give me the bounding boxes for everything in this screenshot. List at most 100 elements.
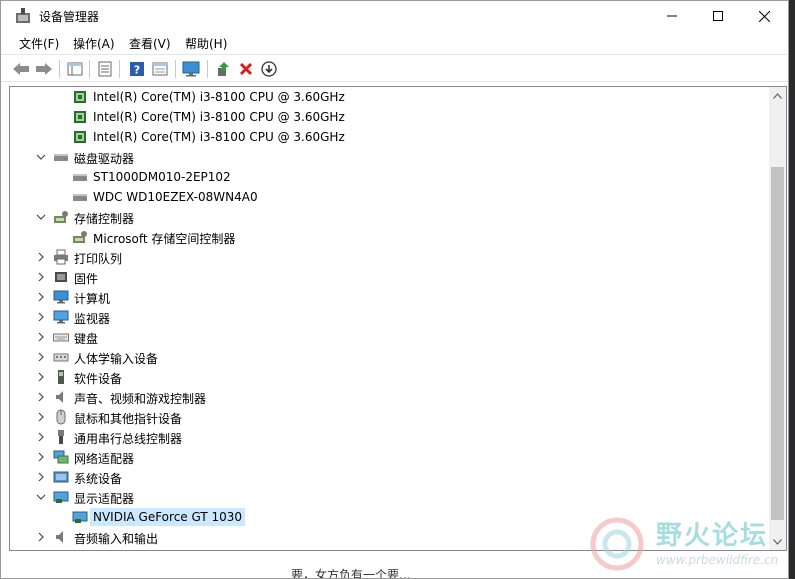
chevron-right-icon — [38, 452, 44, 462]
device-item[interactable]: Intel(R) Core(TM) i3-8100 CPU @ 3.60GHz — [10, 107, 770, 127]
back-button[interactable] — [11, 59, 31, 79]
device-item[interactable]: Intel(R) Core(TM) i3-8100 CPU @ 3.60GHz — [10, 87, 770, 107]
properties-icon — [98, 61, 112, 77]
device-item[interactable]: WDC WD10EZEX-08WN4A0 — [10, 187, 770, 207]
expand-toggle[interactable] — [34, 290, 48, 304]
tree-item-label: Intel(R) Core(TM) i3-8100 CPU @ 3.60GHz — [93, 90, 345, 104]
svg-text:?: ? — [134, 64, 140, 77]
chevron-right-icon — [38, 332, 44, 342]
cpu-icon — [72, 109, 88, 125]
scroll-thumb[interactable] — [771, 167, 784, 520]
help-button[interactable]: ? — [127, 59, 147, 79]
minimize-button[interactable] — [649, 1, 695, 31]
expand-toggle[interactable] — [34, 390, 48, 404]
update-driver-icon — [218, 62, 229, 76]
expand-toggle[interactable] — [34, 270, 48, 284]
view-button[interactable] — [150, 59, 170, 79]
menu-view[interactable]: 查看(V) — [129, 35, 171, 52]
watermark-url: www.prbewildfire.cn — [656, 553, 779, 567]
keyboard-icon — [53, 329, 69, 345]
expand-toggle[interactable] — [34, 250, 48, 264]
device-item[interactable]: Intel(R) Core(TM) i3-8100 CPU @ 3.60GHz — [10, 127, 770, 147]
chevron-down-icon — [36, 494, 46, 500]
menu-action[interactable]: 操作(A) — [73, 35, 115, 52]
device-category[interactable]: 固件 — [10, 267, 770, 287]
tree-item-label: 人体学输入设备 — [74, 352, 159, 366]
tree-item-label: 固件 — [74, 272, 99, 286]
device-item[interactable]: ST1000DM010-2EP102 — [10, 167, 770, 187]
device-category[interactable]: 软件设备 — [10, 367, 770, 387]
device-category[interactable]: 鼠标和其他指针设备 — [10, 407, 770, 427]
forward-arrow-icon — [36, 63, 52, 75]
device-category[interactable]: 人体学输入设备 — [10, 347, 770, 367]
tree-item-label: 鼠标和其他指针设备 — [74, 412, 183, 426]
expand-toggle[interactable] — [34, 330, 48, 344]
minimize-icon — [667, 15, 677, 17]
chevron-right-icon — [38, 392, 44, 402]
expand-toggle[interactable] — [34, 430, 48, 444]
expand-toggle[interactable] — [34, 530, 48, 544]
hid-icon — [53, 349, 69, 365]
device-category[interactable]: 通用串行总线控制器 — [10, 427, 770, 447]
forward-button[interactable] — [34, 59, 54, 79]
tree-item-label: Intel(R) Core(TM) i3-8100 CPU @ 3.60GHz — [93, 130, 345, 144]
scan-hardware-button[interactable] — [181, 59, 201, 79]
expand-toggle[interactable] — [34, 470, 48, 484]
device-manager-window: 设备管理器 文件(F) 操作(A) 查看(V) 帮助(H) ? Intel(R)… — [0, 0, 789, 579]
background-text: 要，女方负有一个要... — [291, 568, 411, 579]
device-category[interactable]: 计算机 — [10, 287, 770, 307]
help-icon: ? — [130, 62, 144, 77]
chevron-right-icon — [38, 532, 44, 542]
show-hide-tree-button[interactable] — [65, 59, 85, 79]
device-category[interactable]: 网络适配器 — [10, 447, 770, 467]
uninstall-button[interactable] — [236, 59, 256, 79]
update-driver-button[interactable] — [213, 59, 233, 79]
device-category[interactable]: 键盘 — [10, 327, 770, 347]
close-button[interactable] — [741, 1, 787, 31]
tree-item-label: 存储控制器 — [74, 212, 135, 226]
device-category[interactable]: 存储控制器 — [10, 207, 770, 227]
tree-item-label: 通用串行总线控制器 — [74, 432, 183, 446]
tree-item-label: Microsoft 存储空间控制器 — [93, 232, 236, 246]
audio-icon — [53, 389, 69, 405]
menu-file[interactable]: 文件(F) — [19, 35, 59, 52]
device-item[interactable]: Microsoft 存储空间控制器 — [10, 227, 770, 247]
system-icon — [53, 469, 69, 485]
device-category[interactable]: 监视器 — [10, 307, 770, 327]
storage-icon — [53, 209, 69, 225]
expand-toggle[interactable] — [34, 310, 48, 324]
monitor-scan-icon — [182, 61, 200, 77]
properties-button[interactable] — [95, 59, 115, 79]
disable-device-button[interactable] — [259, 59, 279, 79]
cpu-icon — [72, 89, 88, 105]
chevron-down-icon — [36, 214, 46, 220]
device-category[interactable]: 打印队列 — [10, 247, 770, 267]
scroll-up-button[interactable] — [769, 87, 786, 104]
expand-toggle[interactable] — [34, 410, 48, 424]
collapse-toggle[interactable] — [34, 210, 48, 224]
disk-icon — [72, 169, 88, 185]
tree-item-label: 键盘 — [74, 332, 99, 346]
monitor-icon — [53, 309, 69, 325]
device-tree-panel[interactable]: Intel(R) Core(TM) i3-8100 CPU @ 3.60GHz I… — [9, 86, 787, 551]
uninstall-icon — [239, 62, 253, 76]
chevron-right-icon — [38, 352, 44, 362]
device-category[interactable]: 磁盘驱动器 — [10, 147, 770, 167]
display-icon — [53, 489, 69, 505]
display-icon — [72, 509, 88, 525]
collapse-toggle[interactable] — [34, 150, 48, 164]
device-category[interactable]: 系统设备 — [10, 467, 770, 487]
device-category[interactable]: 显示适配器 — [10, 487, 770, 507]
collapse-toggle[interactable] — [34, 490, 48, 504]
vertical-scrollbar[interactable] — [769, 87, 786, 550]
disable-device-icon — [261, 61, 277, 77]
device-category[interactable]: 声音、视频和游戏控制器 — [10, 387, 770, 407]
chevron-right-icon — [38, 412, 44, 422]
tree-item-label: 声音、视频和游戏控制器 — [74, 392, 207, 406]
expand-toggle[interactable] — [34, 450, 48, 464]
expand-toggle[interactable] — [34, 350, 48, 364]
maximize-button[interactable] — [695, 1, 741, 31]
menu-help[interactable]: 帮助(H) — [185, 35, 227, 52]
expand-toggle[interactable] — [34, 370, 48, 384]
tree-item-label: 打印队列 — [74, 252, 123, 266]
